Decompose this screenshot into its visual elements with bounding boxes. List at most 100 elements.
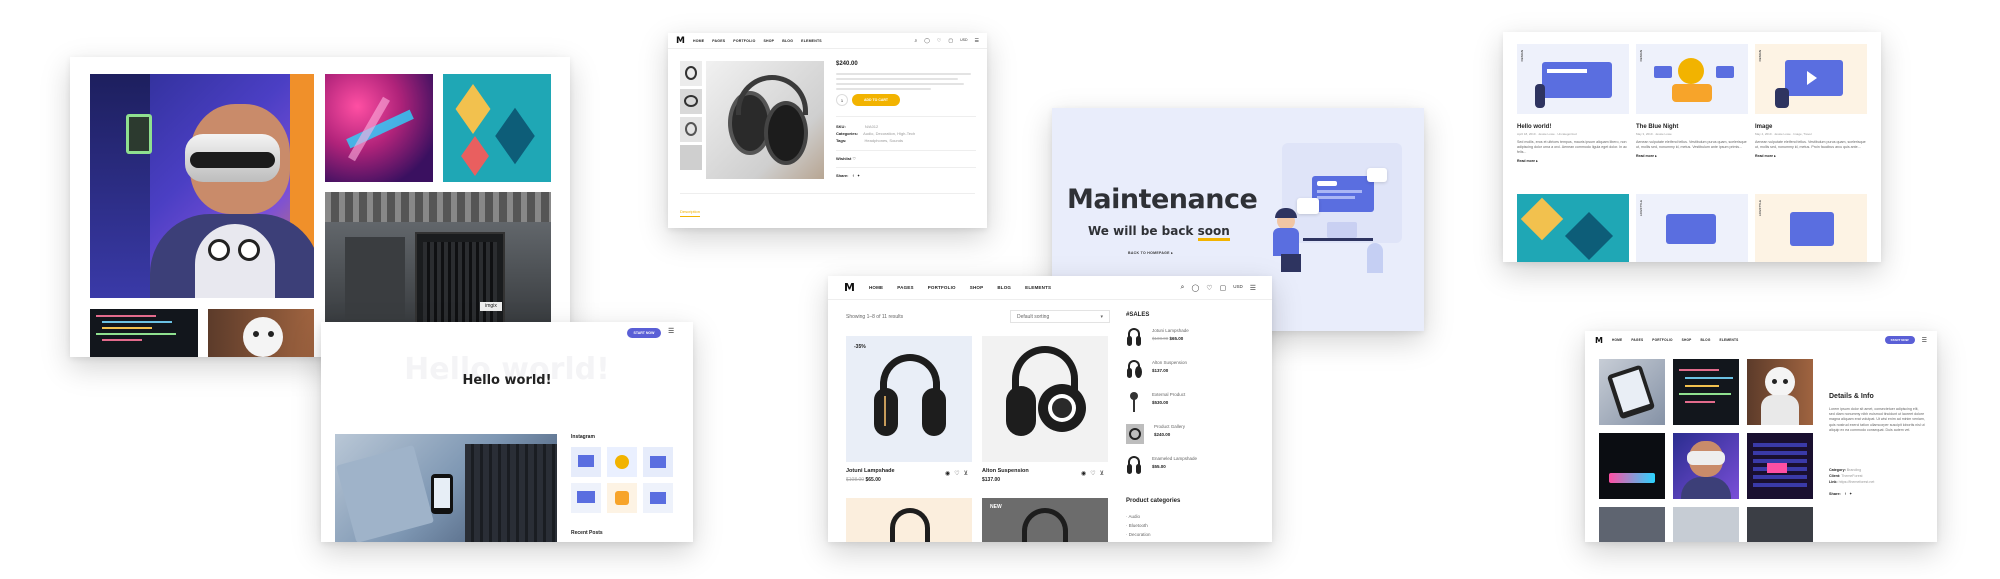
start-now-button[interactable]: START NOW (1884, 336, 1915, 344)
product-image[interactable]: NEW (982, 498, 1108, 542)
instagram-thumb[interactable] (607, 483, 637, 513)
cart-icon[interactable]: ⊻ (964, 470, 968, 477)
sales-item-name[interactable]: External Product (1152, 392, 1185, 397)
isometric-city-photo[interactable] (443, 74, 551, 182)
nav-pages[interactable]: PAGES (712, 39, 725, 43)
category-value[interactable]: Branding (1847, 468, 1861, 472)
post-image[interactable]: LIFESTYLE (1755, 194, 1867, 262)
gallery-image[interactable] (1599, 507, 1665, 542)
heart-icon[interactable]: ♡ (954, 470, 959, 477)
post-image[interactable]: DESIGN (1517, 44, 1629, 114)
instagram-thumb[interactable] (571, 483, 601, 513)
gallery-image[interactable] (1747, 359, 1813, 425)
category-item[interactable]: · Audio (1126, 512, 1151, 521)
cart-icon[interactable]: ⊻ (1100, 470, 1104, 477)
gallery-image[interactable] (1673, 507, 1739, 542)
nav-pages[interactable]: PAGES (897, 285, 913, 290)
thumbnail[interactable] (680, 145, 702, 170)
nav-shop[interactable]: SHOP (764, 39, 775, 43)
user-icon[interactable]: ◯ (924, 38, 930, 44)
product-card[interactable]: Alton Suspension $137.00 ◉ ♡ ⊻ (982, 336, 1108, 483)
sales-item[interactable]: Product Gallery $240.00 (1126, 424, 1266, 456)
menu-icon[interactable]: ☰ (1250, 284, 1256, 292)
gallery-image[interactable] (1673, 433, 1739, 499)
menu-icon[interactable]: ☰ (668, 327, 674, 335)
sales-item[interactable]: Enameled Lampshade $55.00 (1126, 456, 1266, 488)
product-card[interactable]: -35% Jotuni Lampshade $108.00 $65.00 ◉ ♡ ⊻ (846, 336, 972, 483)
nav-blog[interactable]: BLOG (782, 39, 793, 43)
instagram-thumb[interactable] (607, 447, 637, 477)
back-to-homepage-link[interactable]: BACK TO HOMEPAGE ▸ (1128, 251, 1173, 255)
gallery-image[interactable] (1747, 507, 1813, 542)
nav-blog[interactable]: BLOG (1701, 338, 1711, 342)
gallery-image[interactable] (1599, 433, 1665, 499)
nav-portfolio[interactable]: PORTFOLIO (733, 39, 755, 43)
heart-icon[interactable]: ♡ (1206, 284, 1212, 292)
headphones-main-image[interactable] (706, 61, 824, 179)
gallery-image[interactable] (1673, 359, 1739, 425)
post-image[interactable]: LIFESTYLE (1636, 194, 1748, 262)
read-more-link[interactable]: Read more ▸ (1636, 154, 1748, 158)
site-logo[interactable]: M (674, 36, 685, 46)
site-logo[interactable]: M (842, 281, 855, 294)
sales-item[interactable]: Alton Suspension $137.00 (1126, 360, 1266, 392)
post-tag[interactable]: DESIGN (1639, 50, 1643, 62)
read-more-link[interactable]: Read more ▸ (1755, 154, 1867, 158)
thumbnail[interactable] (680, 117, 702, 142)
sort-select[interactable]: Default sorting ▾ (1010, 310, 1110, 323)
sales-item-name[interactable]: Jotuni Lampshade (1152, 328, 1189, 333)
facebook-icon[interactable]: f (1845, 492, 1846, 496)
tags-value[interactable]: Headphones, Sounds (865, 138, 903, 143)
user-icon[interactable]: ◯ (1191, 284, 1199, 292)
thumbnail[interactable] (680, 89, 702, 114)
instagram-thumb[interactable] (643, 483, 673, 513)
nav-home[interactable]: HOME (693, 39, 704, 43)
sales-item[interactable]: Jotuni Lampshade $108.00 $65.00 (1126, 328, 1266, 360)
post-tag[interactable]: DESIGN (1520, 50, 1524, 62)
post-featured-image[interactable] (335, 434, 557, 542)
code-screen-photo[interactable] (90, 309, 198, 357)
neon-abstract-photo[interactable] (325, 74, 433, 182)
gallery-image[interactable] (1599, 359, 1665, 425)
gallery-image[interactable] (1747, 433, 1813, 499)
post-title[interactable]: Hello world! (1517, 124, 1629, 130)
post-title[interactable]: The Blue Night (1636, 124, 1748, 130)
wishlist-label[interactable]: Wishlist (836, 156, 851, 161)
post-image[interactable]: DESIGN (1755, 44, 1867, 114)
menu-icon[interactable]: ☰ (975, 38, 979, 44)
category-item[interactable]: · Bluetooth (1126, 521, 1151, 530)
link-value[interactable]: https://themeforest.net (1839, 480, 1875, 484)
product-image[interactable] (982, 336, 1108, 462)
vr-headset-photo[interactable] (90, 74, 314, 298)
sales-item-name[interactable]: Product Gallery (1154, 424, 1185, 429)
product-image[interactable]: -35% (846, 336, 972, 462)
nav-shop[interactable]: SHOP (1682, 338, 1692, 342)
categories-value[interactable]: Audio, Decoration, High-Tech (863, 131, 915, 136)
instagram-thumb[interactable] (643, 447, 673, 477)
site-logo[interactable]: M (1593, 336, 1603, 345)
product-image[interactable] (846, 498, 972, 542)
nav-pages[interactable]: PAGES (1631, 338, 1643, 342)
menu-icon[interactable]: ☰ (1922, 337, 1927, 344)
nav-portfolio[interactable]: PORTFOLIO (928, 285, 956, 290)
post-title[interactable]: Image (1755, 124, 1867, 130)
blog-post-card[interactable]: DESIGN The Blue Night May 3, 2019 · Jess… (1636, 44, 1748, 158)
heart-icon[interactable]: ♡ (852, 156, 856, 161)
heart-icon[interactable]: ♡ (1090, 470, 1095, 477)
post-image[interactable]: DESIGN (1636, 44, 1748, 114)
nav-shop[interactable]: SHOP (970, 285, 984, 290)
add-to-cart-button[interactable]: ADD TO CART (852, 94, 901, 106)
blog-post-card[interactable]: DESIGN Hello world! April 18, 2019 · Jes… (1517, 44, 1629, 163)
facebook-icon[interactable]: f (853, 173, 854, 178)
nav-portfolio[interactable]: PORTFOLIO (1652, 338, 1672, 342)
nav-blog[interactable]: BLOG (997, 285, 1011, 290)
heart-icon[interactable]: ♡ (937, 38, 941, 44)
quick-view-icon[interactable]: ◉ (1081, 470, 1086, 477)
nav-home[interactable]: HOME (869, 285, 883, 290)
nav-elements[interactable]: ELEMENTS (1720, 338, 1739, 342)
robot-photo[interactable] (208, 309, 314, 357)
bag-icon[interactable]: ▢ (1220, 284, 1227, 292)
bag-icon[interactable]: ▢ (948, 38, 953, 44)
start-now-button[interactable]: START NOW (627, 328, 661, 338)
thumbnail[interactable] (680, 61, 702, 86)
